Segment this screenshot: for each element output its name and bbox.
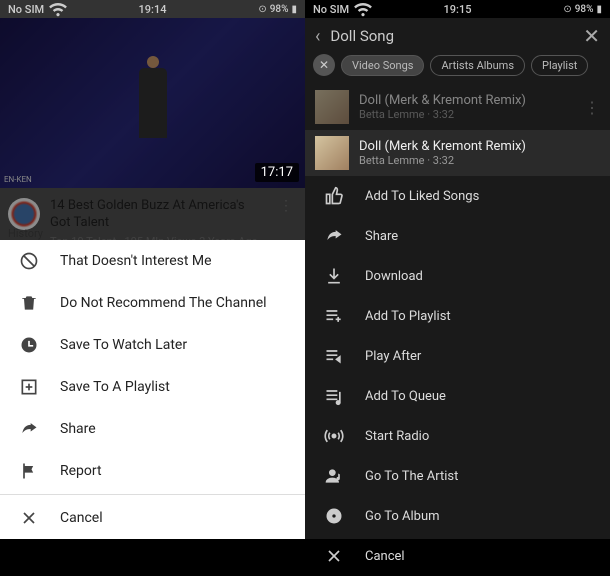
share-icon (323, 225, 345, 247)
more-options-icon[interactable]: ⋮ (584, 98, 600, 117)
close-icon[interactable]: ✕ (583, 24, 600, 48)
share-icon (18, 418, 40, 440)
trash-icon (18, 292, 40, 314)
report-item[interactable]: Report (0, 450, 305, 492)
clock-icon (18, 334, 40, 356)
close-icon (18, 507, 40, 529)
menu-item-label: Save To Watch Later (60, 337, 187, 353)
artist-icon (323, 465, 345, 487)
menu-item-label: Report (60, 463, 102, 479)
menu-item-label: Play After (365, 349, 421, 364)
menu-item-label: That Doesn't Interest Me (60, 253, 212, 269)
context-menu: Add To Liked Songs Share Download Add To… (305, 176, 610, 576)
clear-chip-icon[interactable]: ✕ (313, 54, 335, 76)
menu-item-label: Do Not Recommend The Channel (60, 295, 267, 311)
add-queue-item[interactable]: Add To Queue (305, 376, 610, 416)
track-title: Doll (Merk & Kremont Remix) (359, 93, 574, 108)
track-subtitle: Betta Lemme · 3:32 (359, 154, 600, 167)
share-item[interactable]: Share (0, 408, 305, 450)
battery-icon: ▮ (291, 4, 297, 15)
clock-label: 19:14 (139, 3, 167, 16)
menu-item-label: Start Radio (365, 429, 429, 444)
album-icon (323, 505, 345, 527)
download-icon (323, 265, 345, 287)
chip-playlist[interactable]: Playlist (531, 55, 588, 76)
menu-item-label: Add To Liked Songs (365, 189, 479, 204)
menu-item-label: Cancel (365, 549, 405, 564)
save-playlist-item[interactable]: Save To A Playlist (0, 366, 305, 408)
playlist-add-icon (323, 305, 345, 327)
play-next-icon (323, 345, 345, 367)
chip-songs[interactable]: Video Songs (341, 55, 424, 76)
go-artist-item[interactable]: Go To The Artist (305, 456, 610, 496)
not-interested-item[interactable]: That Doesn't Interest Me (0, 240, 305, 282)
menu-item-label: Download (365, 269, 423, 284)
dont-recommend-item[interactable]: Do Not Recommend The Channel (0, 282, 305, 324)
clock-label: 19:15 (444, 3, 472, 16)
divider (0, 494, 305, 495)
start-radio-item[interactable]: Start Radio (305, 416, 610, 456)
battery-label: 98% (575, 4, 594, 15)
menu-item-label: Go To The Artist (365, 469, 458, 484)
share-item[interactable]: Share (305, 216, 610, 256)
watch-later-item[interactable]: Save To Watch Later (0, 324, 305, 366)
thumbs-up-icon (323, 185, 345, 207)
cancel-item[interactable]: Cancel (0, 497, 305, 539)
battery-label: 98% (270, 4, 289, 15)
album-art (315, 90, 349, 124)
status-bar: No SIM 19:15 ⊙ 98% ▮ (305, 0, 610, 18)
dimmed-background: EN-KEN 17:17 14 Best Golden Buzz At Amer… (0, 18, 305, 240)
flag-icon (18, 460, 40, 482)
battery-icon: ▮ (596, 4, 602, 15)
back-icon[interactable]: ‹ (315, 26, 320, 47)
menu-item-label: Cancel (60, 510, 103, 526)
close-icon (323, 545, 345, 567)
status-bar: No SIM 19:14 ⊙ 98% ▮ (0, 0, 305, 18)
playlist-add-icon (18, 376, 40, 398)
add-liked-item[interactable]: Add To Liked Songs (305, 176, 610, 216)
context-menu: That Doesn't Interest Me Do Not Recommen… (0, 240, 305, 539)
menu-item-label: Add To Playlist (365, 309, 451, 324)
chip-artists[interactable]: Artists Albums (430, 55, 525, 76)
album-art (315, 136, 349, 170)
track-title: Doll (Merk & Kremont Remix) (359, 139, 600, 154)
menu-item-label: Share (365, 229, 398, 244)
track-subtitle: Betta Lemme · 3:32 (359, 108, 574, 121)
carrier-label: No SIM (313, 3, 349, 16)
play-after-item[interactable]: Play After (305, 336, 610, 376)
cancel-item[interactable]: Cancel (305, 536, 610, 576)
track-row-selected[interactable]: Doll (Merk & Kremont Remix) Betta Lemme … (305, 130, 610, 176)
search-header: ‹ Doll Song ✕ (305, 18, 610, 54)
radio-icon (323, 425, 345, 447)
queue-icon (323, 385, 345, 407)
carrier-label: No SIM (8, 3, 44, 16)
download-item[interactable]: Download (305, 256, 610, 296)
go-album-item[interactable]: Go To Album (305, 496, 610, 536)
filter-chip-row: ✕ Video Songs Artists Albums Playlist (305, 54, 610, 84)
menu-item-label: Save To A Playlist (60, 379, 170, 395)
menu-item-label: Add To Queue (365, 389, 446, 404)
search-query[interactable]: Doll Song (330, 27, 573, 45)
track-row[interactable]: Doll (Merk & Kremont Remix) Betta Lemme … (305, 84, 610, 130)
watermark-label: EN-KEN (4, 175, 32, 184)
add-playlist-item[interactable]: Add To Playlist (305, 296, 610, 336)
menu-item-label: Share (60, 421, 96, 437)
ban-icon (18, 250, 40, 272)
duration-badge: 17:17 (255, 163, 299, 182)
menu-item-label: Go To Album (365, 509, 440, 524)
